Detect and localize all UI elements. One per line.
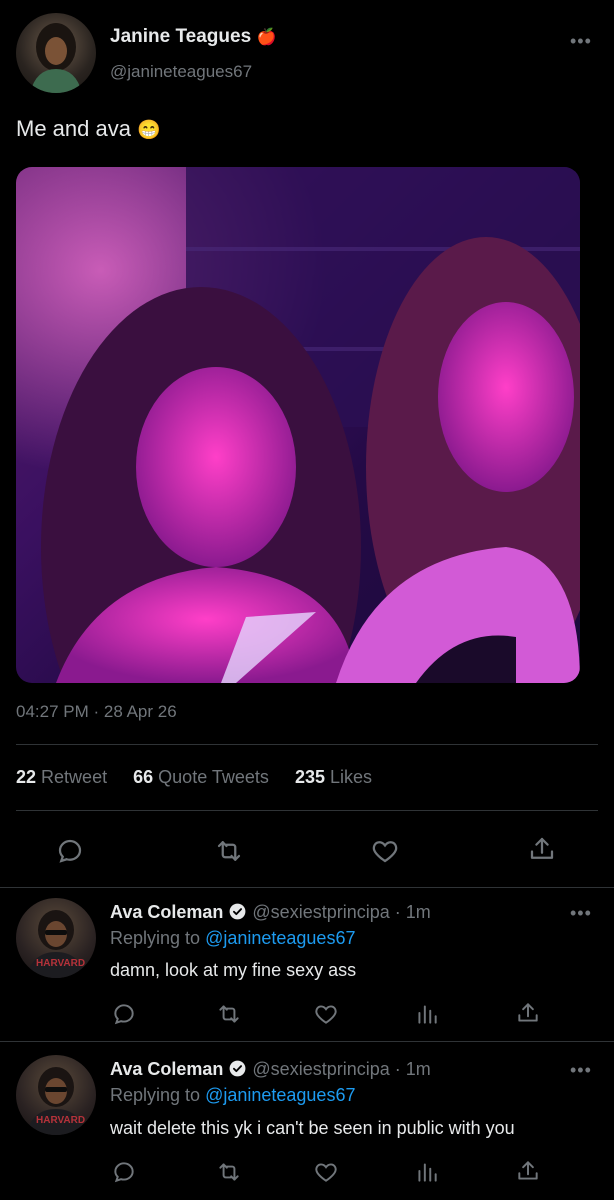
like-icon[interactable] (313, 1001, 339, 1027)
likes-count: 235 (294, 767, 325, 787)
retweets-stat[interactable]: 22 Retweet (16, 767, 112, 787)
analytics-icon[interactable] (414, 1159, 440, 1185)
tweet-text-row: Me and ava 😁 (16, 116, 161, 142)
retweet-icon[interactable] (215, 1159, 243, 1185)
likes-label: Likes (330, 767, 373, 787)
grin-emoji-icon: 😁 (137, 120, 161, 141)
divider (0, 887, 614, 888)
divider (0, 1041, 614, 1042)
tweet-timestamp[interactable]: 04:27 PM · 28 Apr 26 (16, 702, 177, 722)
avatar-shirt-text: HARVARD (36, 958, 86, 969)
reply-text: damn, look at my fine sexy ass (110, 960, 357, 980)
reply-author-name[interactable]: Ava Coleman (110, 902, 223, 922)
reply-header: Ava Coleman @sexiestprincipa · 1m (110, 1059, 431, 1083)
retweet-icon[interactable] (213, 836, 245, 866)
tweet-stats: 22 Retweet 66 Quote Tweets 235 Likes (16, 767, 372, 788)
divider (16, 744, 598, 745)
replying-to-link[interactable]: @janineteagues67 (205, 928, 355, 948)
retweets-label: Retweet (41, 767, 108, 787)
like-icon[interactable] (370, 836, 400, 866)
likes-stat[interactable]: 235 Likes (295, 767, 372, 787)
author-name-row[interactable]: Janine Teagues 🍎 (110, 26, 276, 48)
divider (16, 810, 598, 811)
verified-badge-icon (228, 1059, 247, 1083)
more-options-icon[interactable]: ••• (570, 1061, 592, 1079)
reply-avatar[interactable]: HARVARD (16, 898, 96, 978)
tweet-photo[interactable] (16, 167, 580, 683)
replying-to-line: Replying to @janineteagues67 (110, 928, 355, 949)
verified-badge-icon (228, 902, 247, 926)
replying-to-line: Replying to @janineteagues67 (110, 1085, 355, 1106)
tweet-text: Me and ava (16, 116, 131, 141)
author-name[interactable]: Janine Teagues (110, 26, 251, 47)
more-options-icon[interactable]: ••• (570, 32, 592, 50)
author-handle[interactable]: @janineteagues67 (110, 62, 252, 82)
replying-to-prefix: Replying to (110, 928, 201, 948)
reply-header: Ava Coleman @sexiestprincipa · 1m (110, 902, 431, 926)
replying-to-link[interactable]: @janineteagues67 (205, 1085, 355, 1105)
share-icon[interactable] (515, 1000, 541, 1026)
replying-to-prefix: Replying to (110, 1085, 201, 1105)
share-icon[interactable] (515, 1158, 541, 1184)
reply-icon[interactable] (111, 1159, 137, 1185)
reply-text: wait delete this yk i can't be seen in p… (110, 1118, 515, 1138)
reply-author-handle[interactable]: @sexiestprincipa (252, 1059, 389, 1079)
quote-tweets-stat[interactable]: 66 Quote Tweets (133, 767, 274, 787)
reply-author-handle[interactable]: @sexiestprincipa (252, 902, 389, 922)
avatar-shirt-text: HARVARD (36, 1115, 86, 1126)
apple-emoji-icon: 🍎 (256, 29, 277, 46)
author-avatar[interactable] (16, 13, 96, 93)
analytics-icon[interactable] (414, 1001, 440, 1027)
share-icon[interactable] (527, 834, 557, 864)
retweets-count: 22 (16, 767, 37, 787)
reply-icon[interactable] (111, 1001, 137, 1027)
photo-content (16, 167, 580, 683)
reply-time[interactable]: · 1m (395, 1059, 431, 1079)
quotes-count: 66 (133, 767, 154, 787)
quotes-label: Quote Tweets (158, 767, 269, 787)
reply-icon[interactable] (55, 836, 85, 866)
avatar-portrait (30, 23, 82, 93)
reply-avatar[interactable]: HARVARD (16, 1055, 96, 1135)
like-icon[interactable] (313, 1159, 339, 1185)
reply-time[interactable]: · 1m (395, 902, 431, 922)
retweet-icon[interactable] (215, 1001, 243, 1027)
reply-author-name[interactable]: Ava Coleman (110, 1059, 223, 1079)
more-options-icon[interactable]: ••• (570, 904, 592, 922)
